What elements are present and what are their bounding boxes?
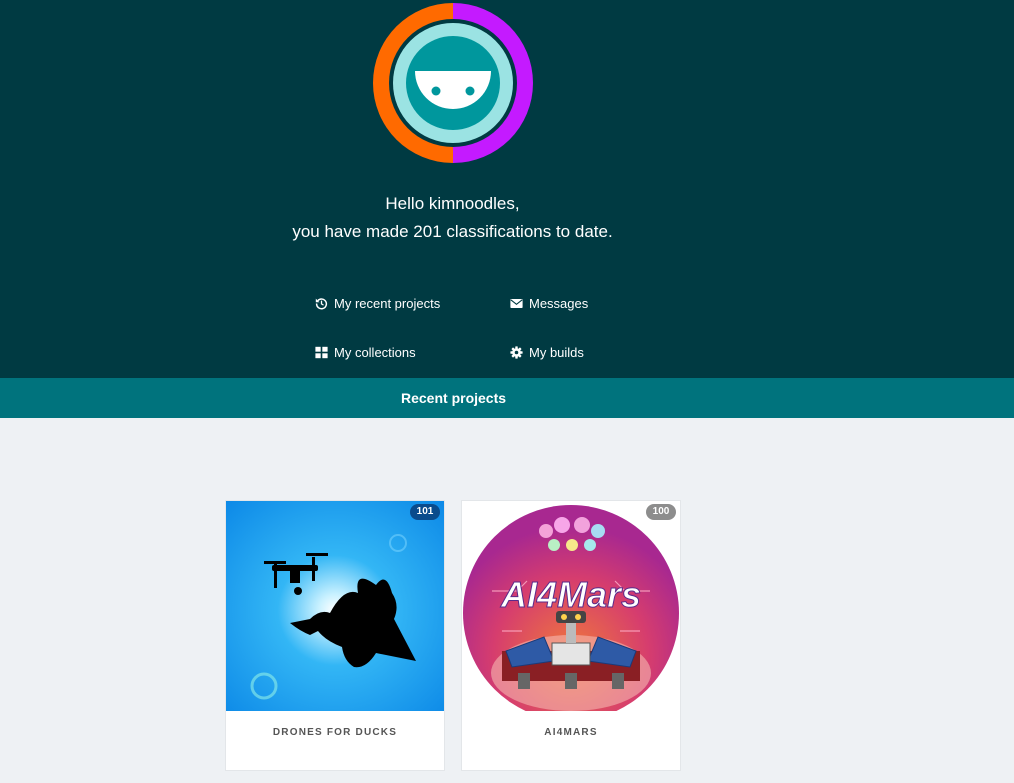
project-card[interactable]: AI4Mars 100 AI4MARS bbox=[461, 500, 681, 771]
greeting-line-1: Hello kimnoodles, bbox=[385, 194, 520, 213]
profile-header: Hello kimnoodles, you have made 201 clas… bbox=[0, 0, 1014, 378]
project-card[interactable]: 101 DRONES FOR DUCKS bbox=[225, 500, 445, 771]
nav-builds[interactable]: My builds bbox=[510, 345, 584, 360]
project-thumbnail: AI4Mars bbox=[462, 501, 680, 711]
nav-collections-label: My collections bbox=[334, 345, 416, 360]
greeting: Hello kimnoodles, you have made 201 clas… bbox=[0, 190, 905, 246]
project-title: DRONES FOR DUCKS bbox=[272, 727, 398, 738]
grid-icon bbox=[315, 346, 328, 359]
gear-icon bbox=[510, 346, 523, 359]
svg-text:AI4Mars: AI4Mars bbox=[500, 574, 641, 615]
nav-messages-label: Messages bbox=[529, 296, 589, 311]
classification-count-badge: 101 bbox=[410, 504, 440, 520]
nav-builds-label: My builds bbox=[529, 345, 584, 360]
classification-count-badge: 100 bbox=[646, 504, 676, 520]
project-thumbnail bbox=[226, 501, 444, 711]
tab-bar: Recent projects bbox=[0, 378, 1014, 418]
history-icon bbox=[315, 298, 328, 310]
project-title: AI4MARS bbox=[544, 727, 598, 738]
avatar bbox=[373, 3, 533, 163]
nav-recent-projects[interactable]: My recent projects bbox=[315, 296, 440, 311]
nav-collections[interactable]: My collections bbox=[315, 345, 416, 360]
nav-messages[interactable]: Messages bbox=[510, 296, 588, 311]
greeting-line-2: you have made 201 classifications to dat… bbox=[292, 222, 613, 241]
envelope-icon bbox=[510, 299, 523, 308]
nav-recent-projects-label: My recent projects bbox=[334, 296, 441, 311]
tab-recent-projects[interactable]: Recent projects bbox=[401, 378, 506, 418]
